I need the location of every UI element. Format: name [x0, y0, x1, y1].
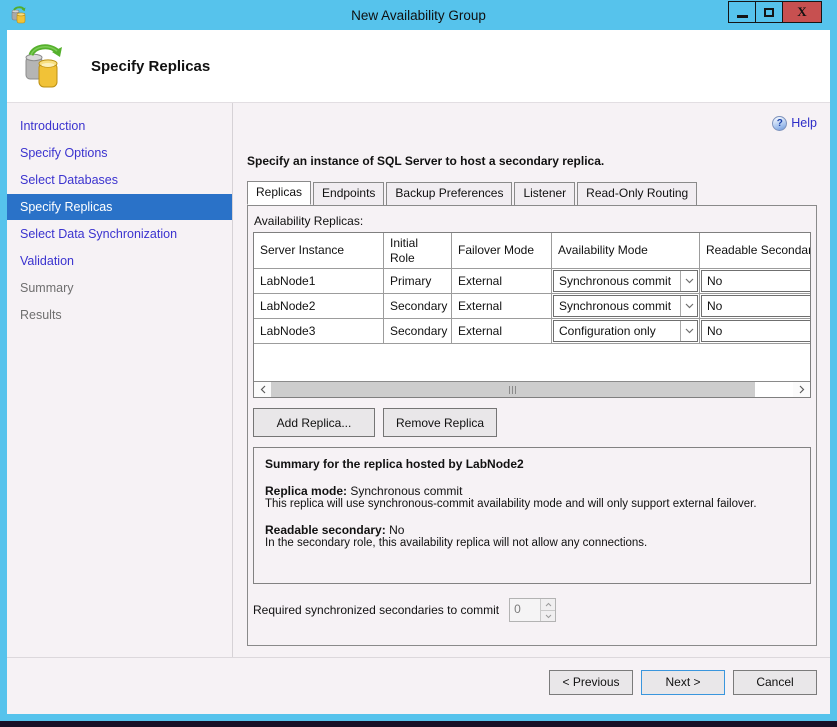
tab-strip: Replicas Endpoints Backup Preferences Li… [247, 181, 817, 205]
minimize-button[interactable] [728, 1, 756, 23]
scrollbar-track[interactable] [755, 382, 793, 397]
replica-database-icon [21, 42, 69, 90]
readable-secondary-line: Readable secondary: No [265, 523, 799, 537]
replica-mode-line: Replica mode: Synchronous commit [265, 484, 799, 498]
spinner-down-icon [541, 610, 555, 621]
help-link[interactable]: ? Help [772, 116, 817, 131]
readable-secondary-label: Readable secondary: [265, 523, 386, 537]
help-icon: ? [772, 116, 787, 131]
wizard-header: Specify Replicas [7, 30, 830, 103]
title-bar[interactable]: New Availability Group X [7, 0, 830, 30]
sidebar-item-validation[interactable]: Validation [7, 248, 232, 274]
sidebar-item-specify-replicas[interactable]: Specify Replicas [7, 194, 232, 220]
col-server-instance: Server Instance [254, 233, 384, 269]
cell-server-instance: LabNode2 [254, 294, 384, 319]
sidebar-item-summary: Summary [7, 275, 232, 301]
remove-replica-button[interactable]: Remove Replica [383, 408, 497, 437]
sidebar-item-specify-options[interactable]: Specify Options [7, 140, 232, 166]
spinner-value: 0 [510, 599, 540, 621]
required-secondaries-spinner: 0 [509, 598, 556, 622]
minimize-icon [737, 15, 748, 18]
spinner-up-icon [541, 599, 555, 610]
availability-replicas-label: Availability Replicas: [254, 214, 811, 228]
sidebar-item-results: Results [7, 302, 232, 328]
maximize-button[interactable] [755, 1, 783, 23]
replica-mode-label: Replica mode: [265, 484, 347, 498]
maximize-icon [764, 8, 774, 17]
scrollbar-grip-icon [512, 386, 513, 394]
help-label: Help [791, 116, 817, 130]
previous-button[interactable]: < Previous [549, 670, 633, 695]
sidebar-item-select-databases[interactable]: Select Databases [7, 167, 232, 193]
scrollbar-thumb[interactable] [271, 382, 755, 397]
scrollbar-grip-icon [515, 386, 516, 394]
cell-failover-mode: External [452, 294, 552, 319]
table-row: LabNode3 Secondary External Configuratio… [254, 319, 811, 344]
col-readable-secondary: Readable Secondary [700, 233, 811, 269]
wizard-steps-sidebar: Introduction Specify Options Select Data… [7, 103, 233, 657]
replicas-grid: Server Instance Initial Role Failover Mo… [253, 232, 811, 398]
add-replica-button[interactable]: Add Replica... [253, 408, 375, 437]
replica-mode-description: This replica will use synchronous-commit… [265, 498, 799, 510]
dropdown-value: No [702, 274, 811, 288]
cell-failover-mode: External [452, 269, 552, 294]
cell-initial-role: Secondary [384, 294, 452, 319]
readable-secondary-dropdown[interactable]: No [701, 320, 811, 342]
cell-server-instance: LabNode1 [254, 269, 384, 294]
availability-mode-dropdown[interactable]: Synchronous commit [553, 295, 698, 317]
chevron-down-icon [680, 296, 697, 316]
chevron-down-icon [680, 321, 697, 341]
grid-header-row: Server Instance Initial Role Failover Mo… [254, 233, 811, 269]
cell-server-instance: LabNode3 [254, 319, 384, 344]
dropdown-value: Synchronous commit [554, 299, 680, 313]
tab-replicas[interactable]: Replicas [247, 181, 311, 205]
col-failover-mode: Failover Mode [452, 233, 552, 269]
cancel-button[interactable]: Cancel [733, 670, 817, 695]
scroll-right-button[interactable] [793, 382, 810, 397]
chevron-down-icon [680, 271, 697, 291]
close-button[interactable]: X [782, 1, 822, 23]
dropdown-value: No [702, 299, 811, 313]
horizontal-scrollbar[interactable] [254, 381, 810, 397]
replica-mode-value: Synchronous commit [350, 484, 462, 498]
dropdown-value: No [702, 324, 811, 338]
scroll-left-button[interactable] [254, 382, 271, 397]
required-secondaries-label: Required synchronized secondaries to com… [253, 603, 499, 617]
dropdown-value: Configuration only [554, 324, 680, 338]
table-row: LabNode2 Secondary External Synchronous … [254, 294, 811, 319]
close-icon: X [797, 4, 806, 20]
dialog-window: New Availability Group X Specify Replica… [0, 0, 837, 721]
availability-mode-dropdown[interactable]: Configuration only [553, 320, 698, 342]
col-availability-mode: Availability Mode [552, 233, 700, 269]
availability-mode-dropdown[interactable]: Synchronous commit [553, 270, 698, 292]
readable-secondary-dropdown[interactable]: No [701, 270, 811, 292]
dropdown-value: Synchronous commit [554, 274, 680, 288]
sidebar-item-select-data-synchronization[interactable]: Select Data Synchronization [7, 221, 232, 247]
readable-secondary-value: No [389, 523, 404, 537]
next-button[interactable]: Next > [641, 670, 725, 695]
tab-endpoints[interactable]: Endpoints [313, 182, 384, 206]
tab-backup-preferences[interactable]: Backup Preferences [386, 182, 512, 206]
scrollbar-grip-icon [509, 386, 510, 394]
window-title: New Availability Group [7, 8, 830, 23]
replica-summary-groupbox: Summary for the replica hosted by LabNod… [253, 447, 811, 584]
readable-secondary-dropdown[interactable]: No [701, 295, 811, 317]
replicas-tab-panel: Availability Replicas: Server Instance I… [247, 205, 817, 646]
wizard-footer: < Previous Next > Cancel [7, 657, 830, 714]
cell-initial-role: Secondary [384, 319, 452, 344]
instruction-text: Specify an instance of SQL Server to hos… [247, 154, 817, 168]
tab-read-only-routing[interactable]: Read-Only Routing [577, 182, 697, 206]
tab-listener[interactable]: Listener [514, 182, 575, 206]
table-row: LabNode1 Primary External Synchronous co… [254, 269, 811, 294]
cell-failover-mode: External [452, 319, 552, 344]
grid-empty-area [254, 344, 810, 381]
readable-secondary-description: In the secondary role, this availability… [265, 537, 799, 549]
cell-initial-role: Primary [384, 269, 452, 294]
sidebar-item-introduction[interactable]: Introduction [7, 113, 232, 139]
col-initial-role: Initial Role [384, 233, 452, 269]
wizard-content: ? Help Specify an instance of SQL Server… [233, 103, 830, 657]
summary-title: Summary for the replica hosted by LabNod… [265, 457, 799, 471]
page-title: Specify Replicas [91, 58, 210, 75]
